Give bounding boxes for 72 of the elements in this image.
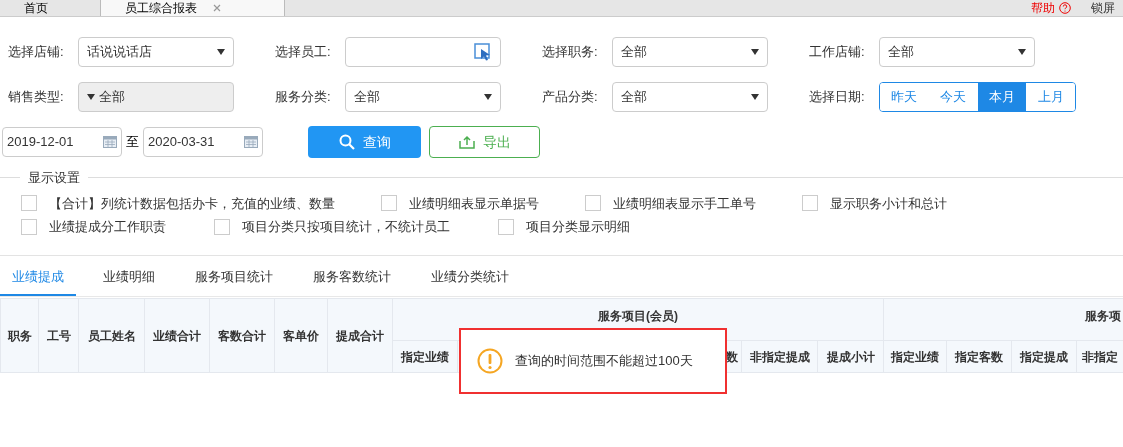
help-icon[interactable] [1059, 2, 1071, 14]
checkbox-label: 业绩提成分工作职责 [49, 218, 166, 236]
column-header: 业绩合计 [144, 298, 210, 373]
caret-icon [87, 94, 95, 100]
calendar-icon[interactable] [103, 136, 117, 148]
select-field[interactable]: 全部 [612, 37, 768, 67]
cursor-icon[interactable] [474, 43, 492, 61]
column-header: 指定业绩 [392, 340, 458, 373]
select-field[interactable]: 全部 [879, 37, 1035, 67]
caret-icon [751, 94, 759, 100]
filter-label: 选择店铺: [8, 43, 65, 62]
checkbox-label: 项目分类显示明细 [526, 218, 630, 236]
select-field[interactable]: 话说说话店 [78, 37, 234, 67]
caret-icon [484, 94, 492, 100]
column-header: 非指定 [1076, 340, 1123, 373]
checkbox-label: 项目分类只按项目统计，不统计员工 [242, 218, 450, 236]
column-header: 工号 [38, 298, 79, 373]
report-tab[interactable]: 服务客数统计 [301, 263, 403, 296]
report-tab[interactable]: 业绩提成 [0, 263, 76, 296]
filter-label: 工作店铺: [809, 43, 866, 62]
warning-icon [477, 348, 503, 374]
checkbox[interactable] [381, 195, 397, 212]
caret-icon [217, 49, 225, 55]
column-header: 非指定提成 [741, 340, 818, 373]
date-field[interactable]: 2019-12-01 [2, 127, 122, 157]
checkbox[interactable] [802, 195, 818, 212]
calendar-icon[interactable] [244, 136, 258, 148]
column-header: 职务 [0, 298, 39, 373]
column-header: 客数合计 [209, 298, 275, 373]
column-header: 指定客数 [946, 340, 1012, 373]
page-tab[interactable]: 员工综合报表 [100, 0, 285, 16]
column-header: 提成合计 [327, 298, 393, 373]
checkbox[interactable] [21, 195, 37, 212]
checkbox-label: 业绩明细表显示单据号 [409, 194, 539, 213]
filter-label: 产品分类: [542, 88, 599, 107]
checkbox[interactable] [498, 218, 514, 235]
select-field[interactable]: 全部 [345, 82, 501, 112]
help-link[interactable]: 帮助 [1031, 2, 1055, 14]
caret-icon [1018, 49, 1026, 55]
close-icon[interactable] [213, 4, 221, 12]
filter-label: 销售类型: [8, 88, 65, 107]
input-field[interactable] [345, 37, 501, 67]
date-separator: 至 [126, 133, 139, 152]
select-field[interactable]: 全部 [78, 82, 234, 112]
column-header: 员工姓名 [78, 298, 145, 373]
column-header: 客单价 [274, 298, 328, 373]
checkbox[interactable] [214, 218, 230, 235]
filter-label: 选择职务: [542, 43, 599, 62]
report-tab[interactable]: 服务项目统计 [183, 263, 285, 296]
filter-label: 选择员工: [275, 43, 332, 62]
group-header: 服务项 [883, 298, 1123, 341]
page-tab[interactable]: 首页 [0, 0, 100, 16]
upload-icon [458, 135, 475, 149]
search-icon [338, 134, 355, 150]
caret-icon [751, 49, 759, 55]
report-tab[interactable]: 业绩明细 [91, 263, 167, 296]
column-header: 指定业绩 [883, 340, 947, 373]
filter-label: 服务分类: [275, 88, 332, 107]
column-header: 指定提成 [1011, 340, 1077, 373]
checkbox[interactable] [585, 195, 601, 212]
date-range-button[interactable]: 本月 [977, 83, 1027, 111]
checkbox-label: 【合计】列统计数据包括办卡，充值的业绩、数量 [49, 194, 335, 213]
column-header: 提成小计 [817, 340, 884, 373]
date-field[interactable]: 2020-03-31 [143, 127, 263, 157]
checkbox[interactable] [21, 218, 37, 235]
section-title: 显示设置 [27, 169, 81, 187]
checkbox-label: 显示职务小计和总计 [830, 194, 947, 213]
report-tab[interactable]: 业绩分类统计 [419, 263, 521, 296]
checkbox-label: 业绩明细表显示手工单号 [613, 194, 756, 213]
lock-screen-link[interactable]: 锁屏 [1091, 2, 1115, 14]
filter-label: 选择日期: [809, 88, 866, 107]
select-field[interactable]: 全部 [612, 82, 768, 112]
